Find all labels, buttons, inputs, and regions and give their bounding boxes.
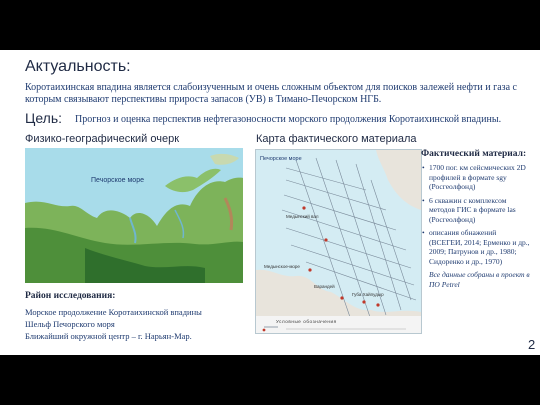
slide-title: Актуальность:	[25, 58, 131, 75]
physical-map-graphic: Печорское море	[25, 148, 243, 283]
place-label-2: Медынское-море	[264, 264, 300, 269]
geo-heading: Физико-географический очерк	[25, 133, 180, 145]
list-item: описания обнажений (ВСЕГЕИ, 2014; Ерменк…	[422, 228, 531, 266]
geo-sea-label: Печорское море	[91, 177, 144, 184]
intro-paragraph: Коротаихинская впадина является слабоизу…	[25, 82, 517, 105]
list-item: 6 скважин с комплексом методов ГИС в фор…	[422, 196, 531, 225]
list-item: 1700 пог. км сейсмических 2D профилей в …	[422, 163, 531, 192]
slide: Актуальность: Коротаихинская впадина явл…	[0, 50, 540, 355]
goal-label: Цель:	[25, 110, 63, 126]
fact-map-graphic: Печорское море Медынский вал Медынское-м…	[256, 150, 421, 333]
goal-text: Прогноз и оценка перспектив нефтегазонос…	[75, 114, 502, 125]
physical-map: Печорское море	[25, 148, 243, 283]
region-line: Шельф Печорского моря	[25, 319, 115, 329]
place-label-3: Варандей	[314, 283, 335, 289]
place-label-1: Медынский вал	[286, 213, 319, 219]
region-line: Морское продолжение Коротаихинской впади…	[25, 307, 202, 317]
fact-title: Фактический материал:	[421, 149, 527, 159]
fact-list: 1700 пог. км сейсмических 2D профилей в …	[421, 163, 531, 266]
fact-sea-label: Печорское море	[260, 156, 302, 162]
legend-title: Условные обозначения	[276, 319, 337, 324]
place-label-4: Губа Хайпудыр	[352, 291, 384, 297]
fact-panel: Фактический материал: 1700 пог. км сейсм…	[421, 149, 531, 289]
page-number: 2	[528, 337, 536, 352]
region-heading: Район исследования:	[25, 291, 116, 301]
fact-map: Печорское море Медынский вал Медынское-м…	[255, 149, 422, 334]
fact-map-heading: Карта фактического материала	[256, 133, 417, 145]
fact-note: Все данные собраны в проект в ПО Petrel	[429, 270, 530, 289]
region-line: Ближайший окружной центр – г. Нарьян-Мар…	[25, 331, 192, 341]
